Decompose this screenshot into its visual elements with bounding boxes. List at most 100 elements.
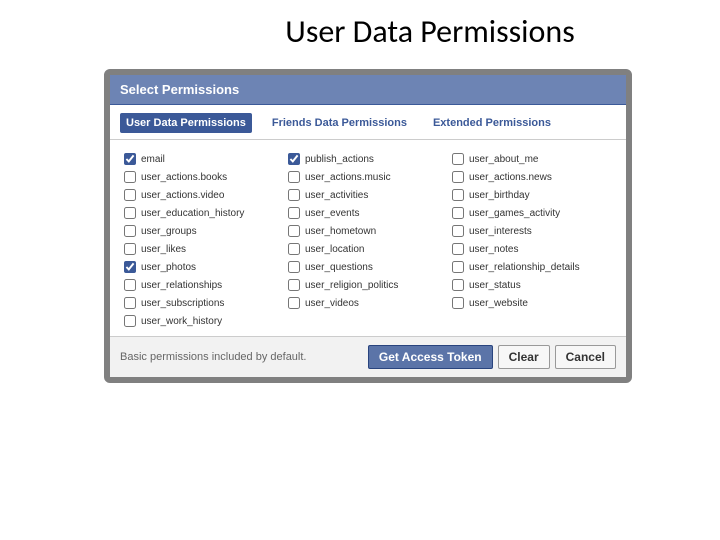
permission-label: user_actions.books xyxy=(141,172,227,183)
cancel-button[interactable]: Cancel xyxy=(555,345,616,369)
permission-label: user_photos xyxy=(141,262,196,273)
permission-checkbox[interactable] xyxy=(288,153,300,165)
permission-user-videos[interactable]: user_videos xyxy=(288,294,452,312)
permission-publish-actions[interactable]: publish_actions xyxy=(288,150,452,168)
permission-checkbox[interactable] xyxy=(288,279,300,291)
permission-row: user_likes user_location user_notes xyxy=(124,240,616,258)
permission-row: user_education_history user_events user_ga… xyxy=(124,204,616,222)
permission-checkbox[interactable] xyxy=(452,243,464,255)
permission-user-location[interactable]: user_location xyxy=(288,240,452,258)
permission-user-photos[interactable]: user_photos xyxy=(124,258,288,276)
permissions-grid: email publish_actions user_about_me user_ac… xyxy=(110,140,626,336)
permission-checkbox[interactable] xyxy=(288,261,300,273)
permission-checkbox[interactable] xyxy=(124,207,136,219)
slide-title: User Data Permissions xyxy=(0,0,720,69)
permission-checkbox[interactable] xyxy=(124,171,136,183)
permission-label: user_about_me xyxy=(469,154,539,165)
clear-button[interactable]: Clear xyxy=(498,345,550,369)
permission-checkbox[interactable] xyxy=(452,207,464,219)
permission-user-actions-music[interactable]: user_actions.music xyxy=(288,168,452,186)
permission-user-events[interactable]: user_events xyxy=(288,204,452,222)
permission-user-actions-video[interactable]: user_actions.video xyxy=(124,186,288,204)
permission-checkbox[interactable] xyxy=(452,261,464,273)
permission-label: user_relationships xyxy=(141,280,222,291)
permission-label: user_subscriptions xyxy=(141,298,224,309)
permission-label: user_actions.news xyxy=(469,172,552,183)
permission-user-groups[interactable]: user_groups xyxy=(124,222,288,240)
permission-checkbox[interactable] xyxy=(288,243,300,255)
permission-user-website[interactable]: user_website xyxy=(452,294,616,312)
dialog-footer: Basic permissions included by default. G… xyxy=(110,336,626,377)
permission-user-activities[interactable]: user_activities xyxy=(288,186,452,204)
permission-label: user_education_history xyxy=(141,208,244,219)
permission-checkbox[interactable] xyxy=(288,207,300,219)
permission-user-subscriptions[interactable]: user_subscriptions xyxy=(124,294,288,312)
permission-label: publish_actions xyxy=(305,154,374,165)
permission-checkbox[interactable] xyxy=(288,171,300,183)
permission-label: user_location xyxy=(305,244,364,255)
permission-checkbox[interactable] xyxy=(452,171,464,183)
permission-checkbox[interactable] xyxy=(452,225,464,237)
permission-checkbox[interactable] xyxy=(452,297,464,309)
permission-label: user_status xyxy=(469,280,521,291)
permission-row: user_subscriptions user_videos user_websit… xyxy=(124,294,616,312)
permission-label: user_actions.video xyxy=(141,190,224,201)
permission-checkbox[interactable] xyxy=(452,279,464,291)
permission-row: user_groups user_hometown user_interests xyxy=(124,222,616,240)
permission-user-questions[interactable]: user_questions xyxy=(288,258,452,276)
permission-user-religion-politics[interactable]: user_religion_politics xyxy=(288,276,452,294)
permission-label: user_games_activity xyxy=(469,208,560,219)
permission-label: user_hometown xyxy=(305,226,376,237)
tab-friends-data-permissions[interactable]: Friends Data Permissions xyxy=(266,113,413,133)
permission-row: user_actions.video user_activities user_bi… xyxy=(124,186,616,204)
tabs-row: User Data Permissions Friends Data Permi… xyxy=(110,105,626,140)
permission-checkbox[interactable] xyxy=(452,189,464,201)
permission-user-actions-books[interactable]: user_actions.books xyxy=(124,168,288,186)
permission-user-hometown[interactable]: user_hometown xyxy=(288,222,452,240)
permission-checkbox[interactable] xyxy=(124,189,136,201)
permission-checkbox[interactable] xyxy=(452,153,464,165)
get-access-token-button[interactable]: Get Access Token xyxy=(368,345,493,369)
permission-email[interactable]: email xyxy=(124,150,288,168)
permission-row: user_relationships user_religion_politics… xyxy=(124,276,616,294)
permission-checkbox[interactable] xyxy=(124,261,136,273)
permission-user-work-history[interactable]: user_work_history xyxy=(124,312,292,330)
permission-checkbox[interactable] xyxy=(288,297,300,309)
permission-checkbox[interactable] xyxy=(288,189,300,201)
permission-label: user_activities xyxy=(305,190,368,201)
permission-label: user_likes xyxy=(141,244,186,255)
permission-user-relationship-details[interactable]: user_relationship_details xyxy=(452,258,616,276)
permission-user-education-history[interactable]: user_education_history xyxy=(124,204,288,222)
permission-row: user_work_history xyxy=(124,312,616,330)
permission-label: user_religion_politics xyxy=(305,280,398,291)
tab-user-data-permissions[interactable]: User Data Permissions xyxy=(120,113,252,133)
permission-label: user_website xyxy=(469,298,528,309)
permission-checkbox[interactable] xyxy=(124,243,136,255)
permission-user-status[interactable]: user_status xyxy=(452,276,616,294)
permission-checkbox[interactable] xyxy=(124,225,136,237)
dialog-header: Select Permissions xyxy=(110,75,626,105)
permission-checkbox[interactable] xyxy=(288,225,300,237)
permission-checkbox[interactable] xyxy=(124,297,136,309)
permission-label: user_questions xyxy=(305,262,373,273)
permission-row: email publish_actions user_about_me xyxy=(124,150,616,168)
permission-user-interests[interactable]: user_interests xyxy=(452,222,616,240)
permission-checkbox[interactable] xyxy=(124,279,136,291)
footer-note: Basic permissions included by default. xyxy=(120,351,306,363)
permission-user-about-me[interactable]: user_about_me xyxy=(452,150,616,168)
permission-label: user_relationship_details xyxy=(469,262,580,273)
permission-label: user_interests xyxy=(469,226,532,237)
permission-user-notes[interactable]: user_notes xyxy=(452,240,616,258)
permission-user-birthday[interactable]: user_birthday xyxy=(452,186,616,204)
permission-label: user_videos xyxy=(305,298,359,309)
permission-user-likes[interactable]: user_likes xyxy=(124,240,288,258)
tab-extended-permissions[interactable]: Extended Permissions xyxy=(427,113,557,133)
permission-checkbox[interactable] xyxy=(124,315,136,327)
footer-buttons: Get Access Token Clear Cancel xyxy=(368,345,616,369)
permission-user-relationships[interactable]: user_relationships xyxy=(124,276,288,294)
permission-checkbox[interactable] xyxy=(124,153,136,165)
permission-user-games-activity[interactable]: user_games_activity xyxy=(452,204,616,222)
permission-label: user_events xyxy=(305,208,359,219)
permission-label: user_actions.music xyxy=(305,172,391,183)
permission-user-actions-news[interactable]: user_actions.news xyxy=(452,168,616,186)
